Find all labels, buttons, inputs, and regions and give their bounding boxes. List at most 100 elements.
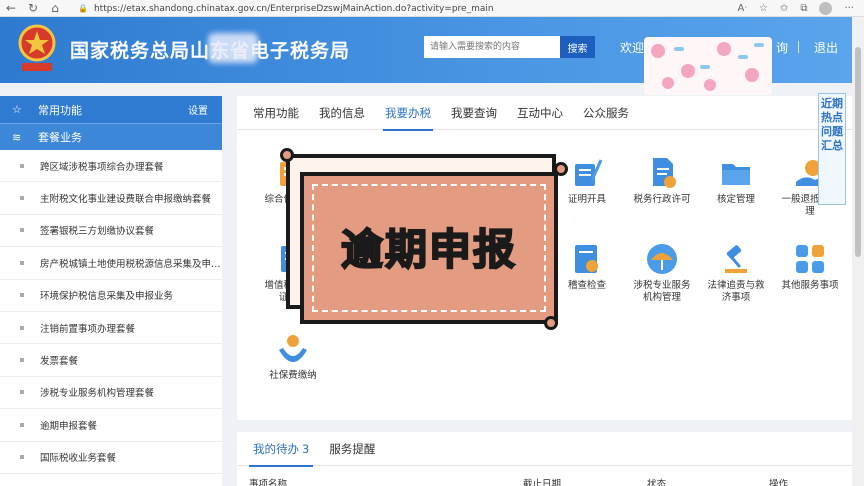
more-icon[interactable]: ··· bbox=[844, 3, 854, 14]
gavel-icon bbox=[725, 245, 747, 273]
todo-tabs: 我的待办 3 服务提醒 bbox=[237, 432, 852, 467]
main-tabs: 常用功能 我的信息 我要办税 我要查询 互动中心 公众服务 bbox=[237, 96, 852, 131]
service-license[interactable]: 税务行政许可 bbox=[630, 156, 694, 206]
bullet-icon bbox=[20, 358, 24, 363]
refresh-icon[interactable]: ↻ bbox=[22, 0, 44, 17]
sidebar-item-label: 签署银税三方划缴协议套餐 bbox=[40, 226, 155, 238]
folder-icon bbox=[722, 164, 750, 185]
bullet-icon bbox=[20, 422, 24, 427]
tab-common[interactable]: 常用功能 bbox=[253, 96, 299, 130]
privacy-sticker bbox=[644, 37, 772, 95]
layers-icon: ≋ bbox=[12, 130, 22, 144]
sidebar-item-label: 涉税专业服务机构管理套餐 bbox=[40, 388, 155, 400]
welcome-text: 欢迎 bbox=[620, 41, 645, 55]
sidebar-item-label: 注销前置事项办理套餐 bbox=[40, 323, 136, 335]
sidebar: ☆ 常用功能 设置 ≋ 套餐业务 跨区域涉税事项综合办理套餐 主附税文化事业建设… bbox=[0, 96, 222, 486]
logout-link[interactable]: 退出 bbox=[814, 39, 838, 56]
tab-tax-handling[interactable]: 我要办税 bbox=[383, 96, 433, 131]
tab-service-reminder[interactable]: 服务提醒 bbox=[329, 432, 375, 466]
inspection-icon bbox=[575, 245, 598, 273]
col-deadline: 截止日期 bbox=[523, 479, 562, 486]
hot-questions-float[interactable]: 近期热点问题汇总 bbox=[818, 93, 846, 205]
lock-icon: 🔒 bbox=[78, 4, 88, 13]
sidebar-item[interactable]: 房产税城镇土地使用税税源信息采集及申… bbox=[0, 247, 222, 280]
sidebar-item[interactable]: 逾期申报套餐 bbox=[0, 409, 222, 442]
sidebar-item[interactable]: 主附税文化事业建设费联合申报缴纳套餐 bbox=[0, 182, 222, 215]
sidebar-item-label: 房产税城镇土地使用税税源信息采集及申… bbox=[40, 258, 221, 270]
home-icon[interactable]: ⌂ bbox=[44, 0, 66, 17]
sidebar-item-label: 国际税收业务套餐 bbox=[40, 453, 117, 465]
settings-link[interactable]: 设置 bbox=[188, 102, 208, 117]
privacy-mask bbox=[208, 33, 258, 63]
service-social-security[interactable]: 社保费缴纳 bbox=[261, 332, 325, 382]
url-text: https://etax.shandong.chinatax.gov.cn/En… bbox=[93, 3, 494, 14]
certificate-icon bbox=[575, 159, 603, 186]
banner-front-card: 逾期申报 bbox=[300, 172, 558, 324]
sidebar-packages-label: 套餐业务 bbox=[38, 131, 82, 144]
banner-knob bbox=[544, 316, 558, 330]
bullet-icon bbox=[20, 228, 24, 233]
tab-interaction[interactable]: 互动中心 bbox=[517, 96, 563, 130]
col-item-name: 事项名称 bbox=[249, 479, 288, 486]
read-aloud-icon[interactable]: Aᐧ bbox=[738, 3, 747, 14]
bullet-icon bbox=[20, 455, 24, 460]
tab-my-todo[interactable]: 我的待办 3 bbox=[248, 432, 314, 467]
umbrella-icon bbox=[647, 244, 677, 274]
sidebar-item[interactable]: 发票套餐 bbox=[0, 344, 222, 377]
bullet-icon bbox=[20, 163, 24, 168]
sidebar-item-label: 主附税文化事业建设费联合申报缴纳套餐 bbox=[40, 194, 212, 206]
sidebar-item-label: 跨区域涉税事项综合办理套餐 bbox=[40, 161, 164, 173]
favorites-icon[interactable]: ✩ bbox=[780, 3, 788, 14]
banner-text: 逾期申报 bbox=[340, 224, 517, 275]
col-action: 操作 bbox=[769, 479, 789, 486]
sidebar-item[interactable]: 签署银税三方划缴协议套餐 bbox=[0, 215, 222, 248]
sidebar-item[interactable]: 注销前置事项办理套餐 bbox=[0, 312, 222, 345]
tax-emblem-icon bbox=[18, 24, 56, 71]
sidebar-item-label: 逾期申报套餐 bbox=[40, 420, 98, 432]
banner-knob bbox=[280, 148, 294, 162]
overdue-filing-banner: 逾期申报 bbox=[280, 148, 570, 332]
sidebar-common-label: 常用功能 bbox=[38, 103, 82, 117]
tab-my-info[interactable]: 我的信息 bbox=[319, 96, 365, 130]
bullet-icon bbox=[20, 196, 24, 201]
grid-icon bbox=[796, 245, 824, 273]
tab-query[interactable]: 我要查询 bbox=[451, 96, 497, 130]
page-scrollbar[interactable] bbox=[852, 17, 864, 486]
todo-tab-label: 我的待办 bbox=[253, 441, 299, 456]
todo-panel: 我的待办 3 服务提醒 事项名称 截止日期 状态 操作 bbox=[237, 432, 852, 486]
star-icon: ☆ bbox=[12, 103, 22, 116]
back-icon[interactable]: ← bbox=[0, 0, 22, 17]
address-bar[interactable]: 🔒 https://etax.shandong.chinatax.gov.cn/… bbox=[78, 1, 758, 16]
sidebar-item[interactable]: 涉税专业服务机构管理套餐 bbox=[0, 377, 222, 410]
bullet-icon bbox=[20, 325, 24, 330]
header-divider bbox=[798, 41, 799, 53]
browser-toolbar: ← ↻ ⌂ 🔒 https://etax.shandong.chinatax.g… bbox=[0, 0, 864, 17]
scroll-thumb[interactable] bbox=[855, 47, 861, 257]
tab-public-service[interactable]: 公众服务 bbox=[583, 96, 629, 130]
todo-count-badge: 3 bbox=[302, 441, 310, 456]
sidebar-item[interactable]: 跨区域涉税事项综合办理套餐 bbox=[0, 150, 222, 183]
query-link[interactable]: 询 bbox=[776, 39, 788, 56]
sidebar-item[interactable]: 国际税收业务套餐 bbox=[0, 442, 222, 474]
bullet-icon bbox=[20, 390, 24, 395]
col-status: 状态 bbox=[647, 479, 667, 486]
favorite-star-icon[interactable]: ☆ bbox=[759, 3, 768, 14]
collections-icon[interactable]: ⧉ bbox=[800, 3, 807, 14]
search-button[interactable]: 搜索 bbox=[560, 36, 595, 58]
sidebar-item[interactable]: 环境保护税信息采集及申报业务 bbox=[0, 280, 222, 312]
sidebar-item-label: 环境保护税信息采集及申报业务 bbox=[40, 291, 174, 303]
service-other[interactable]: 其他服务事项 bbox=[778, 242, 842, 292]
license-icon bbox=[653, 158, 676, 188]
sidebar-common-header[interactable]: ☆ 常用功能 设置 bbox=[0, 96, 222, 123]
social-security-icon bbox=[279, 335, 307, 362]
sidebar-packages-header[interactable]: ≋ 套餐业务 bbox=[0, 123, 222, 150]
bullet-icon bbox=[20, 260, 24, 265]
service-legal[interactable]: 法律追责与救济事项 bbox=[704, 242, 768, 304]
site-header: 国家税务总局山东省电子税务局 搜索 欢迎 询 退出 bbox=[0, 17, 852, 95]
service-approval[interactable]: 核定管理 bbox=[704, 156, 768, 206]
bullet-icon bbox=[20, 293, 24, 298]
sidebar-item-label: 发票套餐 bbox=[40, 356, 79, 368]
service-agency[interactable]: 涉税专业服务机构管理 bbox=[630, 242, 694, 304]
search-input[interactable] bbox=[424, 36, 560, 58]
profile-avatar[interactable] bbox=[819, 2, 833, 15]
